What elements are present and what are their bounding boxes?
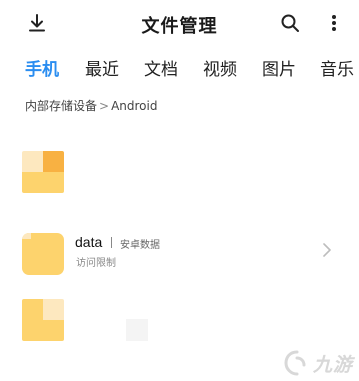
tab-images[interactable]: 图片	[262, 55, 296, 80]
breadcrumb-separator: >	[99, 99, 110, 113]
watermark-icon	[284, 350, 306, 376]
more-vertical-icon[interactable]	[324, 12, 344, 34]
page-title: 文件管理	[141, 16, 218, 37]
watermark-logo: 九游	[283, 349, 353, 377]
top-bar: 文件管理	[0, 0, 359, 46]
folder-icon[interactable]	[22, 299, 64, 341]
meta-divider	[111, 237, 112, 248]
breadcrumb: 内部存储设备 > Android	[25, 97, 157, 114]
chevron-right-icon	[322, 242, 332, 261]
file-description: 安卓数据	[120, 240, 160, 251]
tab-music[interactable]: 音乐	[320, 55, 354, 80]
breadcrumb-root[interactable]: 内部存储设备	[25, 99, 97, 113]
watermark-text: 九游	[312, 353, 353, 376]
file-access-status: 访问限制	[76, 258, 116, 269]
tab-phone[interactable]: 手机	[25, 55, 59, 80]
folder-icon	[22, 233, 64, 275]
censored-block	[126, 319, 148, 341]
search-icon[interactable]	[279, 12, 301, 34]
tab-videos[interactable]: 视频	[203, 55, 237, 80]
folder-icon[interactable]	[22, 151, 64, 193]
tab-recent[interactable]: 最近	[85, 55, 119, 80]
tab-documents[interactable]: 文档	[144, 55, 178, 80]
breadcrumb-current: Android	[111, 99, 158, 113]
file-name: data	[75, 234, 103, 250]
category-tabs: 手机 最近 文档 视频 图片 音乐	[0, 52, 359, 82]
